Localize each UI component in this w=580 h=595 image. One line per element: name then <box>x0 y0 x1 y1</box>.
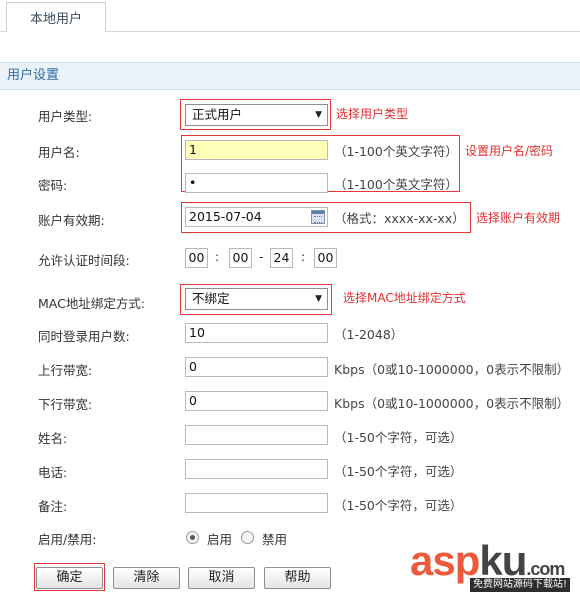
concurrent-users-hint: （1-2048） <box>334 327 404 342</box>
name-input[interactable] <box>185 425 328 445</box>
downstream-hint: Kbps（0或10-1000000，0表示不限制） <box>334 396 570 411</box>
remark-input[interactable] <box>185 493 328 513</box>
user-type-select[interactable]: 正式用户 ▼ <box>185 104 328 126</box>
cancel-button[interactable]: 取消 <box>188 567 255 589</box>
user-type-label: 用户类型: <box>38 109 93 124</box>
section-header: 用户设置 <box>0 62 580 90</box>
password-label: 密码: <box>38 178 68 193</box>
end-hour-input[interactable]: 24 <box>270 248 293 268</box>
concurrent-users-input[interactable]: 10 <box>185 323 328 343</box>
chevron-down-icon: ▼ <box>315 294 322 304</box>
expiry-date-value: 2015-07-04 <box>189 209 262 224</box>
downstream-label: 下行带宽: <box>38 397 93 412</box>
time-colon: : <box>301 249 306 264</box>
time-colon: : <box>215 249 220 264</box>
phone-input[interactable] <box>185 459 328 479</box>
password-input[interactable]: • <box>185 173 328 193</box>
upstream-hint: Kbps（0或10-1000000，0表示不限制） <box>334 362 570 377</box>
mac-binding-annotation: 选择MAC地址绑定方式 <box>343 291 466 305</box>
help-button[interactable]: 帮助 <box>264 567 331 589</box>
name-label: 姓名: <box>38 431 68 446</box>
disable-label: 禁用 <box>262 532 288 547</box>
upstream-input[interactable]: 0 <box>185 357 328 377</box>
user-type-value: 正式用户 <box>192 107 243 122</box>
user-type-annotation: 选择用户类型 <box>336 107 409 121</box>
calendar-icon[interactable] <box>311 210 325 224</box>
watermark-subtitle: 免费网站源码下载站! <box>470 578 571 592</box>
start-hour-input[interactable]: 00 <box>185 248 208 268</box>
enable-radio[interactable] <box>186 531 199 544</box>
phone-hint: （1-50个字符，可选） <box>334 464 463 479</box>
credentials-annotation: 设置用户名/密码 <box>465 144 554 158</box>
disable-radio[interactable] <box>241 531 254 544</box>
concurrent-users-label: 同时登录用户数: <box>38 329 130 344</box>
mac-binding-select[interactable]: 不绑定 ▼ <box>185 288 328 310</box>
expiry-date-input[interactable]: 2015-07-04 <box>185 207 328 227</box>
password-hint: （1-100个英文字符） <box>334 177 458 192</box>
phone-label: 电话: <box>38 465 68 480</box>
confirm-button[interactable]: 确定 <box>36 567 103 589</box>
expiry-annotation: 选择账户有效期 <box>476 211 561 225</box>
chevron-down-icon: ▼ <box>315 110 322 120</box>
auth-time-label: 允许认证时间段: <box>38 253 130 268</box>
clear-button[interactable]: 清除 <box>113 567 180 589</box>
end-minute-input[interactable]: 00 <box>314 248 337 268</box>
downstream-input[interactable]: 0 <box>185 391 328 411</box>
expiry-label: 账户有效期: <box>38 213 105 228</box>
status-label: 启用/禁用: <box>38 532 97 547</box>
time-dash: - <box>259 249 264 264</box>
expiry-hint: （格式：xxxx-xx-xx） <box>334 211 465 226</box>
remark-hint: （1-50个字符，可选） <box>334 498 463 513</box>
upstream-label: 上行带宽: <box>38 363 93 378</box>
username-hint: （1-100个英文字符） <box>334 144 458 159</box>
mac-binding-value: 不绑定 <box>192 291 230 306</box>
remark-label: 备注: <box>38 499 68 514</box>
start-minute-input[interactable]: 00 <box>229 248 252 268</box>
tab-bar: 本地用户 <box>0 0 580 33</box>
username-input[interactable]: 1 <box>185 140 328 160</box>
username-label: 用户名: <box>38 145 80 160</box>
tab-local-users[interactable]: 本地用户 <box>6 2 106 33</box>
enable-label: 启用 <box>207 532 233 547</box>
mac-binding-label: MAC地址绑定方式: <box>38 296 146 311</box>
name-hint: （1-50个字符，可选） <box>334 430 463 445</box>
